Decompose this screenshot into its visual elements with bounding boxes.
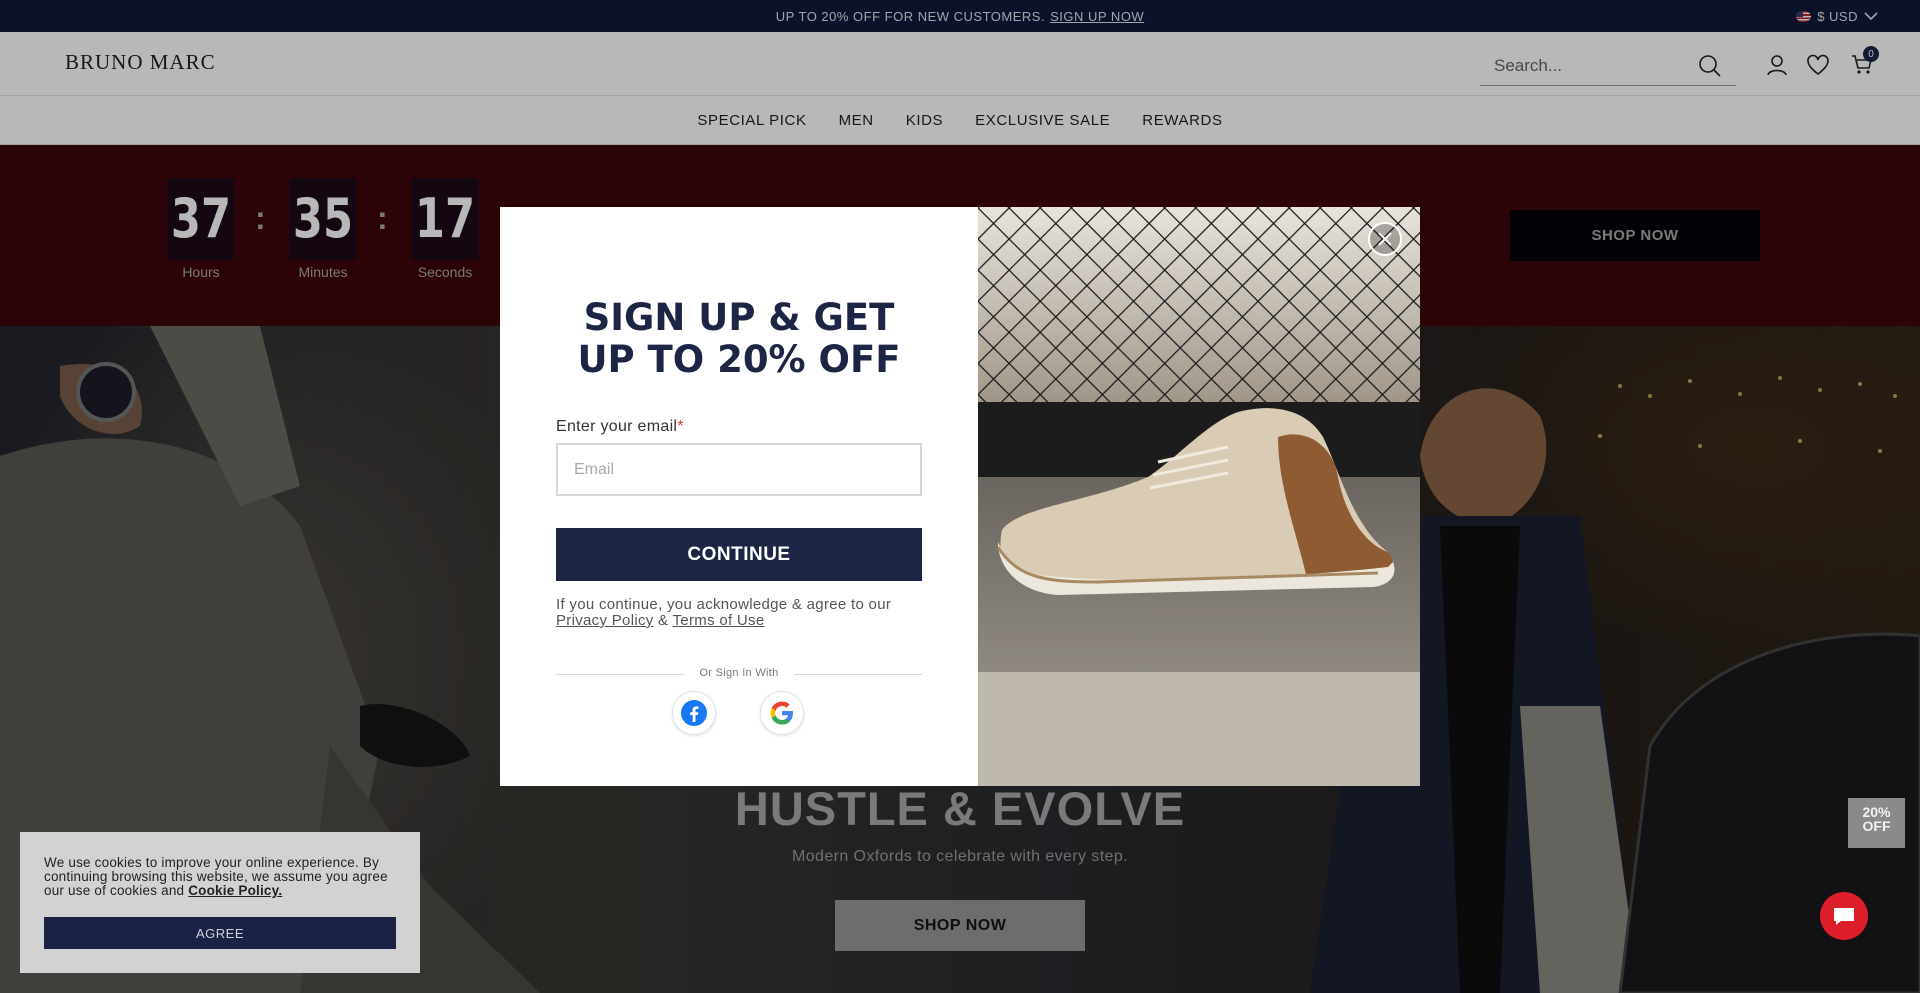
sneaker-photo <box>978 207 1420 786</box>
email-label: Enter your email* <box>556 418 684 436</box>
continue-button[interactable]: CONTINUE <box>556 528 922 581</box>
modal-title-line1: SIGN UP & GET <box>583 296 895 339</box>
sign-in-divider: Or Sign In With <box>556 667 922 681</box>
page: UP TO 20% OFF FOR NEW CUSTOMERS. SIGN UP… <box>0 0 1920 993</box>
discount-side-tab[interactable]: 20% OFF <box>1848 798 1905 848</box>
google-sign-in-button[interactable] <box>760 691 804 735</box>
divider-text: Or Sign In With <box>684 667 794 679</box>
cookie-banner: We use cookies to improve your online ex… <box>20 832 420 973</box>
cookie-text: We use cookies to improve your online ex… <box>44 856 404 898</box>
privacy-policy-link[interactable]: Privacy Policy <box>556 612 654 629</box>
signup-form-panel: SIGN UP & GET UP TO 20% OFF Enter your e… <box>500 207 978 786</box>
facebook-sign-in-button[interactable] <box>672 691 716 735</box>
terms-ampersand: & <box>658 612 669 629</box>
terms-of-use-link[interactable]: Terms of Use <box>673 612 765 629</box>
chat-bubble-icon <box>1834 908 1854 925</box>
terms-text: If you continue, you acknowledge & agree… <box>556 597 926 629</box>
google-icon <box>770 701 793 725</box>
modal-title-line2: UP TO 20% OFF <box>577 338 901 381</box>
terms-prefix: If you continue, you acknowledge & agree… <box>556 596 892 613</box>
cookie-agree-button[interactable]: AGREE <box>44 917 396 949</box>
email-field[interactable] <box>556 443 922 496</box>
email-label-text: Enter your email <box>556 418 678 435</box>
signup-modal: SIGN UP & GET UP TO 20% OFF Enter your e… <box>500 207 1420 786</box>
side-tab-line1: 20% <box>1862 804 1891 820</box>
close-icon <box>1378 232 1392 246</box>
cookie-policy-link[interactable]: Cookie Policy. <box>188 883 282 898</box>
facebook-icon <box>681 700 707 726</box>
required-mark: * <box>677 418 684 435</box>
chat-button[interactable] <box>1820 892 1868 940</box>
modal-title: SIGN UP & GET UP TO 20% OFF <box>500 297 978 381</box>
side-tab-line2: OFF <box>1862 818 1891 834</box>
close-modal-button[interactable] <box>1368 222 1402 256</box>
shoe-image-panel <box>978 207 1420 786</box>
